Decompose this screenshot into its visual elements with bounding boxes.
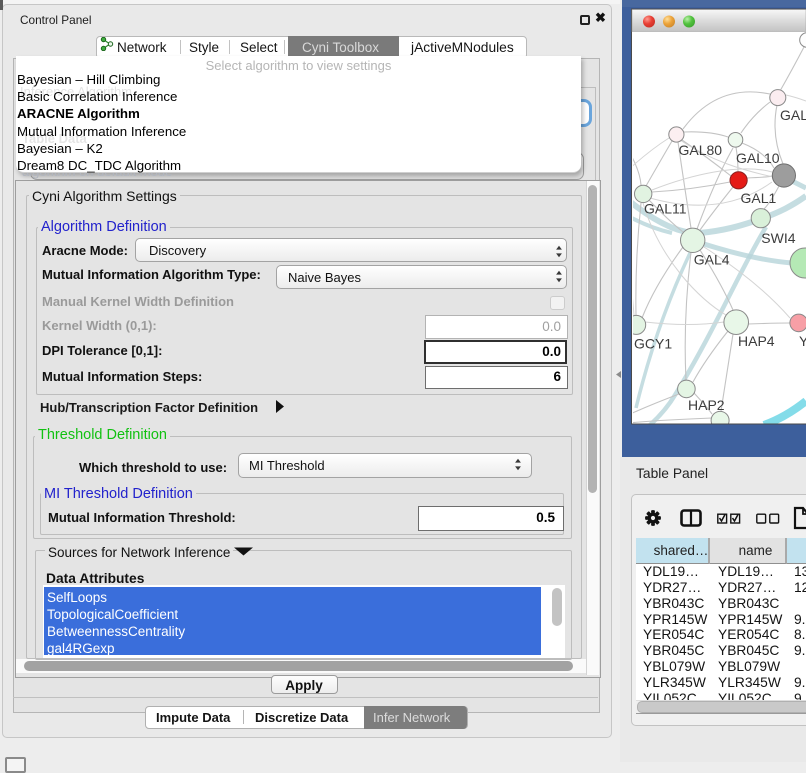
svg-text:GAL10: GAL10 bbox=[736, 150, 780, 166]
svg-text:GAL11: GAL11 bbox=[644, 201, 687, 217]
svg-text:HAP2: HAP2 bbox=[688, 397, 725, 413]
svg-text:GCY1: GCY1 bbox=[634, 336, 672, 352]
svg-text:GAL1: GAL1 bbox=[741, 190, 777, 206]
svg-text:Y: Y bbox=[799, 333, 806, 349]
svg-text:GAL80: GAL80 bbox=[679, 142, 723, 158]
svg-text:GAL7: GAL7 bbox=[780, 107, 806, 123]
svg-text:GAL4: GAL4 bbox=[694, 252, 730, 268]
svg-text:SWI4: SWI4 bbox=[761, 230, 795, 246]
svg-text:HAP4: HAP4 bbox=[738, 333, 775, 349]
